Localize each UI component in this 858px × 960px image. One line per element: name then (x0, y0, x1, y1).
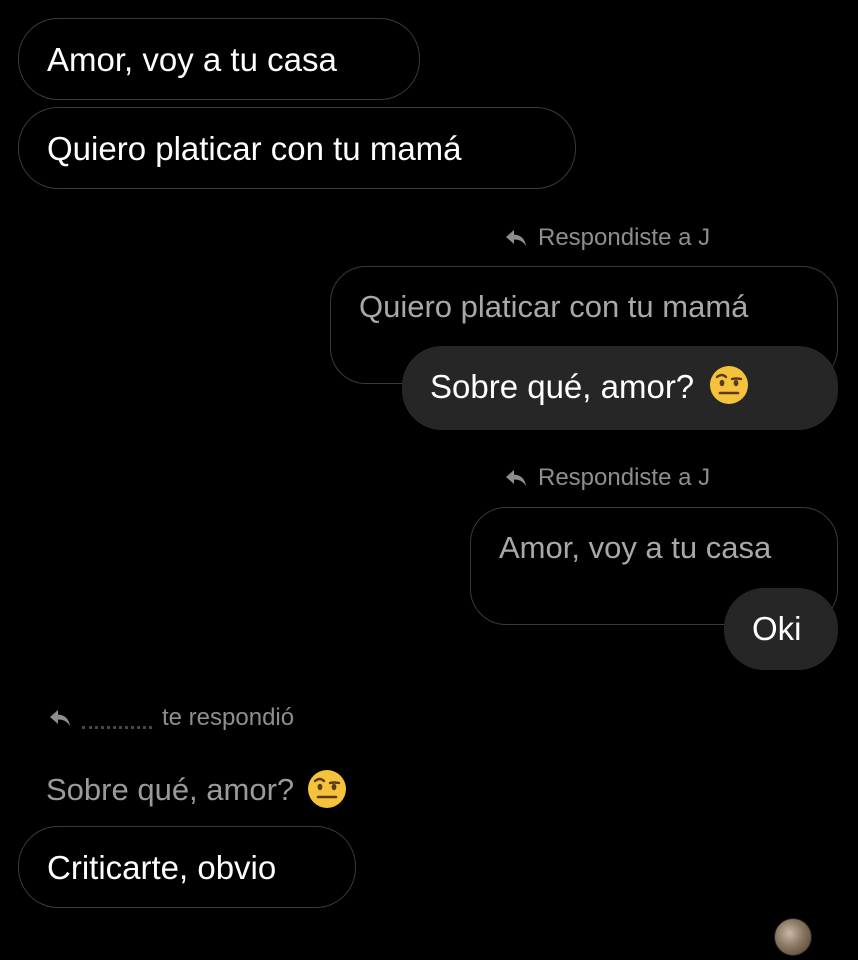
quoted-text: Amor, voy a tu casa (499, 530, 772, 565)
sent-message-1[interactable]: Sobre qué, amor? (402, 346, 838, 430)
received-message-3[interactable]: Criticarte, obvio (18, 826, 356, 908)
reply-context-label: te respondió (48, 706, 294, 730)
avatar[interactable] (774, 918, 812, 956)
message-text: Oki (752, 610, 802, 647)
message-text: Criticarte, obvio (47, 849, 277, 886)
raised-eyebrow-emoji-icon (308, 770, 347, 808)
sent-message-2[interactable]: Oki (724, 588, 838, 670)
quoted-message[interactable]: Sobre qué, amor? (46, 768, 348, 810)
message-text: Quiero platicar con tu mamá (47, 130, 462, 167)
reply-label-text: te respondió (162, 704, 295, 731)
reply-context-label: Respondiste a J (504, 466, 710, 490)
received-message-2[interactable]: Quiero platicar con tu mamá (18, 107, 576, 189)
reply-label-text: Respondiste a J (538, 224, 711, 251)
message-text: Amor, voy a tu casa (47, 41, 337, 78)
redacted-name (82, 708, 152, 729)
reply-arrow-icon (50, 710, 70, 726)
reply-arrow-icon (506, 470, 526, 486)
reply-arrow-icon (506, 230, 526, 246)
quoted-text: Sobre qué, amor? (46, 771, 295, 807)
raised-eyebrow-emoji-icon (710, 366, 749, 404)
quoted-text: Quiero platicar con tu mamá (359, 289, 749, 324)
message-text: Sobre qué, amor? (430, 368, 695, 405)
reply-label-text: Respondiste a J (538, 464, 711, 491)
reply-context-label: Respondiste a J (504, 226, 710, 250)
received-message-1[interactable]: Amor, voy a tu casa (18, 18, 420, 100)
